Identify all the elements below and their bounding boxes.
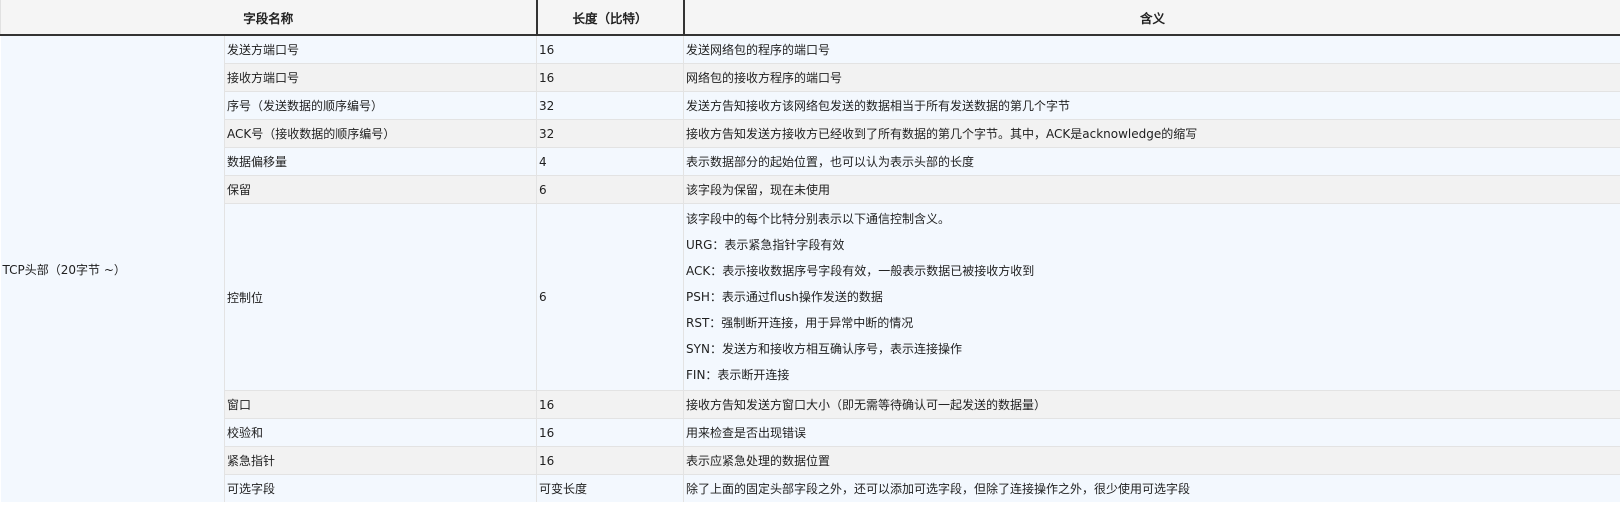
field-meaning-cell: 接收方告知发送方窗口大小（即无需等待确认可一起发送的数据量） [683,390,1620,419]
header-field-name: 字段名称 [0,0,537,36]
field-length-cell: 16 [536,34,684,64]
field-meaning-cell: 该字段为保留，现在未使用 [683,175,1620,204]
table-header: 字段名称 长度（比特） 含义 [0,0,1620,36]
field-meaning-cell: 网络包的接收方程序的端口号 [683,63,1620,92]
control-bit-psh: PSH：表示通过flush操作发送的数据 [686,290,883,304]
field-length-cell: 可变长度 [536,474,684,502]
tcp-header-table: 字段名称 长度（比特） 含义 TCP头部（20字节 ~） 发送方端口号 16 发… [0,0,1620,502]
field-name-cell: 序号（发送数据的顺序编号） [223,91,537,120]
field-length-cell: 16 [536,418,684,447]
field-name-cell: 发送方端口号 [223,34,537,64]
header-length: 长度（比特） [535,0,684,36]
field-length-cell: 16 [536,63,684,92]
field-meaning-cell: 表示应紧急处理的数据位置 [683,446,1620,475]
table-row: TCP头部（20字节 ~） 发送方端口号 16 发送网络包的程序的端口号 [0,34,1620,502]
field-name-cell: ACK号（接收数据的顺序编号） [223,119,537,148]
field-name-cell: 保留 [223,175,537,204]
field-name-cell: 窗口 [223,390,537,419]
field-length-cell: 6 [536,175,684,204]
table-row: 校验和 16 用来检查是否出现错误 [1,418,1620,447]
field-name-cell: 数据偏移量 [223,147,537,176]
control-bits-intro: 该字段中的每个比特分别表示以下通信控制含义。 [686,212,951,226]
group-label-cell: TCP头部（20字节 ~） [0,34,225,502]
field-length-cell: 32 [536,119,684,148]
table-row: 序号（发送数据的顺序编号） 32 发送方告知接收方该网络包发送的数据相当于所有发… [1,91,1620,120]
control-bit-rst: RST：强制断开连接，用于异常中断的情况 [686,316,914,330]
field-meaning-cell: 接收方告知发送方接收方已经收到了所有数据的第几个字节。其中，ACK是acknow… [683,119,1620,148]
field-length-cell: 4 [536,147,684,176]
field-meaning-cell: 除了上面的固定头部字段之外，还可以添加可选字段，但除了连接操作之外，很少使用可选… [683,474,1620,502]
table-row: 保留 6 该字段为保留，现在未使用 [1,175,1620,204]
control-bit-urg: URG：表示紧急指针字段有效 [686,238,845,252]
field-meaning-cell: 表示数据部分的起始位置，也可以认为表示头部的长度 [683,147,1620,176]
control-bit-syn: SYN：发送方和接收方相互确认序号，表示连接操作 [686,342,962,356]
table-body: TCP头部（20字节 ~） 发送方端口号 16 发送网络包的程序的端口号 接收方… [0,34,1620,502]
header-meaning: 含义 [682,0,1620,36]
field-name-cell: 控制位 [223,203,537,391]
table-row: 数据偏移量 4 表示数据部分的起始位置，也可以认为表示头部的长度 [1,147,1620,176]
field-length-cell: 32 [536,91,684,120]
table-row: 可选字段 可变长度 除了上面的固定头部字段之外，还可以添加可选字段，但除了连接操… [1,474,1620,502]
field-meaning-cell: 发送方告知接收方该网络包发送的数据相当于所有发送数据的第几个字节 [683,91,1620,120]
field-length-cell: 6 [536,203,684,391]
field-name-cell: 紧急指针 [223,446,537,475]
field-name-cell: 接收方端口号 [223,63,537,92]
field-meaning-cell: 用来检查是否出现错误 [683,418,1620,447]
field-name-cell: 校验和 [223,418,537,447]
field-length-cell: 16 [536,390,684,419]
field-meaning-cell: 发送网络包的程序的端口号 [683,34,1620,64]
table-row-control-bits: 控制位 6 该字段中的每个比特分别表示以下通信控制含义。 URG：表示紧急指针字… [1,203,1620,391]
field-length-cell: 16 [536,446,684,475]
header-row: 字段名称 长度（比特） 含义 [0,0,1620,36]
table-row: 窗口 16 接收方告知发送方窗口大小（即无需等待确认可一起发送的数据量） [1,390,1620,419]
field-name-cell: 可选字段 [223,474,537,502]
control-bit-fin: FIN：表示断开连接 [686,368,790,382]
control-bit-ack: ACK：表示接收数据序号字段有效，一般表示数据已被接收方收到 [686,264,1035,278]
table-row: 接收方端口号 16 网络包的接收方程序的端口号 [1,63,1620,92]
table-row: ACK号（接收数据的顺序编号） 32 接收方告知发送方接收方已经收到了所有数据的… [1,119,1620,148]
field-meaning-cell: 该字段中的每个比特分别表示以下通信控制含义。 URG：表示紧急指针字段有效 AC… [683,203,1620,391]
table-row: 紧急指针 16 表示应紧急处理的数据位置 [1,446,1620,475]
